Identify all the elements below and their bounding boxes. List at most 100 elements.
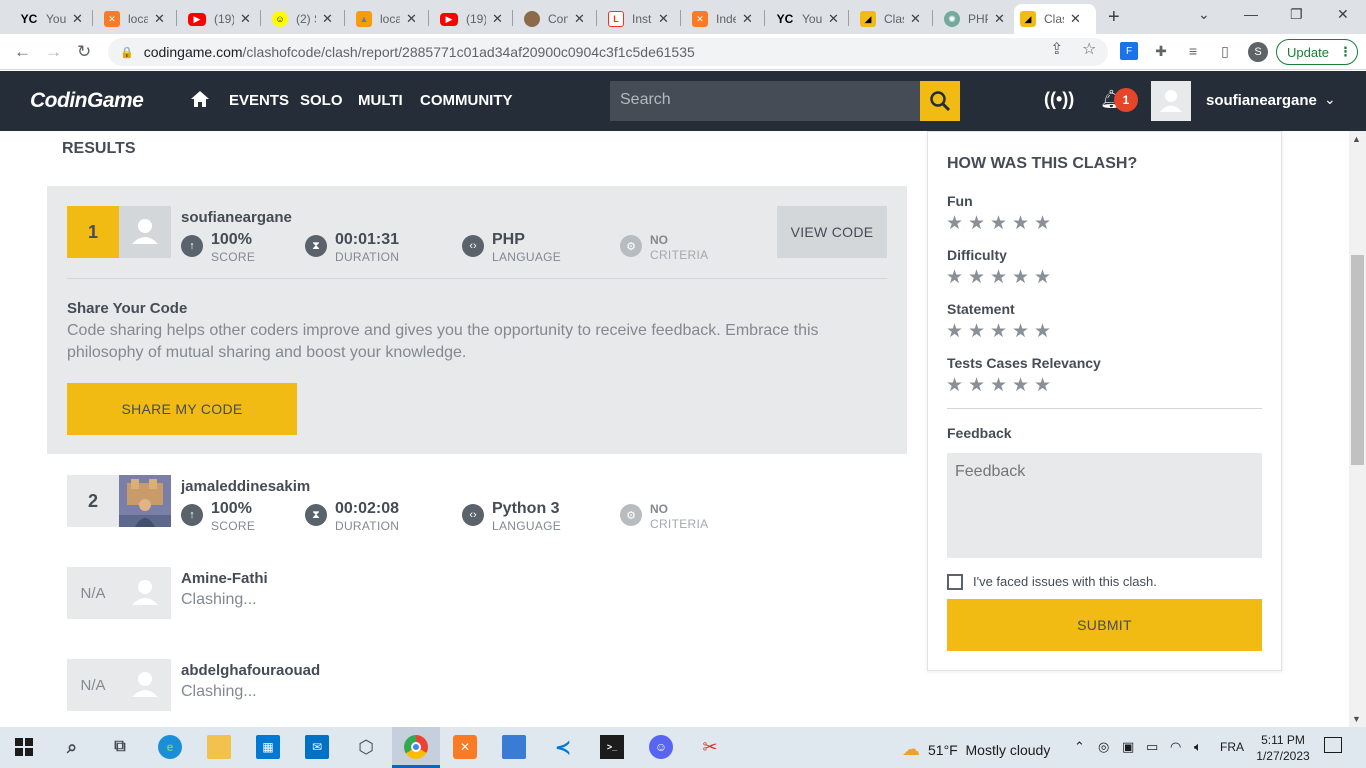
- star-icon[interactable]: ★: [1034, 268, 1056, 288]
- star-icon[interactable]: ★: [968, 322, 990, 342]
- minimize-icon[interactable]: —: [1244, 6, 1258, 22]
- star-icon[interactable]: ★: [968, 268, 990, 288]
- star-icon[interactable]: ★: [946, 268, 968, 288]
- star-icon[interactable]: ★: [1012, 214, 1034, 234]
- forward-icon[interactable]: →: [45, 42, 62, 62]
- live-broadcast-icon[interactable]: ((•)): [1044, 89, 1074, 110]
- player-name[interactable]: Amine-Fathi: [181, 570, 268, 587]
- tray-overflow-chevron-icon[interactable]: ⌃: [1074, 739, 1085, 755]
- star-rating-difficulty[interactable]: ★ ★ ★ ★ ★: [946, 268, 1056, 288]
- star-icon[interactable]: ★: [946, 322, 968, 342]
- close-tab-icon[interactable]: ✕: [574, 11, 585, 27]
- player-avatar[interactable]: [119, 475, 171, 527]
- browser-tab[interactable]: ☺ (2) S ✕: [266, 4, 339, 34]
- tab-search-icon[interactable]: ⌄: [1198, 6, 1210, 23]
- wifi-icon[interactable]: ◠: [1170, 739, 1181, 755]
- system-clock[interactable]: 5:11 PM 1/27/2023: [1253, 732, 1313, 764]
- view-code-button[interactable]: VIEW CODE: [777, 206, 887, 258]
- star-icon[interactable]: ★: [1012, 322, 1034, 342]
- browser-tab[interactable]: ◢ Clas ✕: [854, 4, 927, 34]
- battery-icon[interactable]: ▭: [1146, 739, 1158, 755]
- feedback-textarea[interactable]: [947, 453, 1262, 558]
- meet-now-icon[interactable]: ◎: [1098, 739, 1109, 755]
- nav-events[interactable]: EVENTS: [229, 92, 289, 109]
- nav-multi[interactable]: MULTI: [358, 92, 403, 109]
- close-window-icon[interactable]: ✕: [1337, 6, 1349, 23]
- edge-icon[interactable]: e: [158, 735, 182, 759]
- codingame-logo[interactable]: CodinGame: [30, 89, 144, 113]
- bookmark-star-icon[interactable]: ☆: [1082, 39, 1096, 59]
- close-tab-icon[interactable]: ✕: [240, 11, 251, 27]
- player-name[interactable]: abdelghafourаouad: [181, 662, 320, 679]
- search-input[interactable]: Search: [610, 81, 920, 121]
- store-icon[interactable]: ▦: [256, 735, 280, 759]
- player-name[interactable]: jamaleddinesakim: [181, 478, 310, 495]
- network-adapter-icon[interactable]: ▣: [1122, 739, 1134, 755]
- close-tab-icon[interactable]: ✕: [322, 11, 333, 27]
- new-tab-button[interactable]: +: [1108, 6, 1120, 29]
- task-view-icon[interactable]: ⧉: [108, 735, 132, 759]
- player-avatar[interactable]: [119, 206, 171, 258]
- close-tab-icon[interactable]: ✕: [406, 11, 417, 27]
- share-my-code-button[interactable]: SHARE MY CODE: [67, 383, 297, 435]
- star-icon[interactable]: ★: [990, 322, 1012, 342]
- update-button[interactable]: Update ⋮: [1276, 39, 1358, 65]
- star-icon[interactable]: ★: [990, 376, 1012, 396]
- url-input[interactable]: 🔒 codingame.com/clashofcode/clash/report…: [108, 38, 1108, 66]
- side-panel-icon[interactable]: ▯: [1216, 42, 1234, 60]
- terminal-icon[interactable]: >_: [600, 735, 624, 759]
- submit-button[interactable]: SUBMIT: [947, 599, 1262, 651]
- browser-tab[interactable]: ▲ loca ✕: [350, 4, 423, 34]
- close-tab-icon[interactable]: ✕: [1070, 11, 1081, 27]
- close-tab-icon[interactable]: ✕: [994, 11, 1005, 27]
- player-name[interactable]: soufianeargane: [181, 209, 292, 226]
- discord-icon[interactable]: ☺: [649, 735, 673, 759]
- action-center-icon[interactable]: [1324, 737, 1342, 753]
- file-explorer-icon[interactable]: [207, 735, 231, 759]
- close-tab-icon[interactable]: ✕: [828, 11, 839, 27]
- star-rating-tests-relevancy[interactable]: ★ ★ ★ ★ ★: [946, 376, 1056, 396]
- nav-solo[interactable]: SOLO: [300, 92, 343, 109]
- issues-checkbox-label[interactable]: I've faced issues with this clash.: [973, 574, 1157, 589]
- star-rating-statement[interactable]: ★ ★ ★ ★ ★: [946, 322, 1056, 342]
- star-icon[interactable]: ★: [1034, 376, 1056, 396]
- profile-avatar[interactable]: S: [1248, 42, 1268, 62]
- browser-tab[interactable]: ✺ PHP ✕: [938, 4, 1011, 34]
- browser-tab[interactable]: YC You ✕: [770, 4, 845, 34]
- share-icon[interactable]: ⇪: [1050, 39, 1063, 59]
- scroll-down-arrow-icon[interactable]: ▼: [1352, 714, 1361, 724]
- input-language[interactable]: FRA: [1220, 740, 1244, 754]
- home-icon[interactable]: [190, 89, 210, 109]
- player-avatar[interactable]: [119, 567, 171, 619]
- star-icon[interactable]: ★: [1034, 214, 1056, 234]
- vscode-icon[interactable]: ≺: [551, 735, 575, 759]
- nav-username[interactable]: soufianeargane: [1206, 92, 1317, 109]
- media-control-icon[interactable]: ≡: [1184, 42, 1202, 60]
- scroll-up-arrow-icon[interactable]: ▲: [1352, 134, 1361, 144]
- search-button[interactable]: [920, 81, 960, 121]
- back-icon[interactable]: ←: [14, 42, 31, 62]
- mail-icon[interactable]: ✉: [305, 735, 329, 759]
- xampp-icon[interactable]: ✕: [453, 735, 477, 759]
- close-tab-icon[interactable]: ✕: [910, 11, 921, 27]
- star-icon[interactable]: ★: [1012, 376, 1034, 396]
- star-icon[interactable]: ★: [946, 376, 968, 396]
- browser-tab[interactable]: ✕ Inde ✕: [686, 4, 759, 34]
- star-icon[interactable]: ★: [968, 376, 990, 396]
- browser-tab[interactable]: Con ✕: [518, 4, 591, 34]
- extension-fi-icon[interactable]: F: [1120, 42, 1138, 60]
- chevron-down-icon[interactable]: ⌄: [1324, 91, 1336, 108]
- star-icon[interactable]: ★: [990, 214, 1012, 234]
- browser-tab-active[interactable]: ◢ Clas ✕: [1014, 4, 1096, 34]
- close-tab-icon[interactable]: ✕: [492, 11, 503, 27]
- browser-tab[interactable]: YC You ✕: [14, 4, 89, 34]
- star-rating-fun[interactable]: ★ ★ ★ ★ ★: [946, 214, 1056, 234]
- snipping-tool-icon[interactable]: ✂: [698, 735, 722, 759]
- reload-icon[interactable]: ↻: [77, 42, 91, 62]
- scrollbar-thumb[interactable]: [1351, 255, 1364, 465]
- star-icon[interactable]: ★: [946, 214, 968, 234]
- browser-tab[interactable]: ▶ (19) ✕: [182, 4, 257, 34]
- close-tab-icon[interactable]: ✕: [72, 11, 83, 27]
- star-icon[interactable]: ★: [1034, 322, 1056, 342]
- browser-tab[interactable]: ▶ (19) ✕: [434, 4, 509, 34]
